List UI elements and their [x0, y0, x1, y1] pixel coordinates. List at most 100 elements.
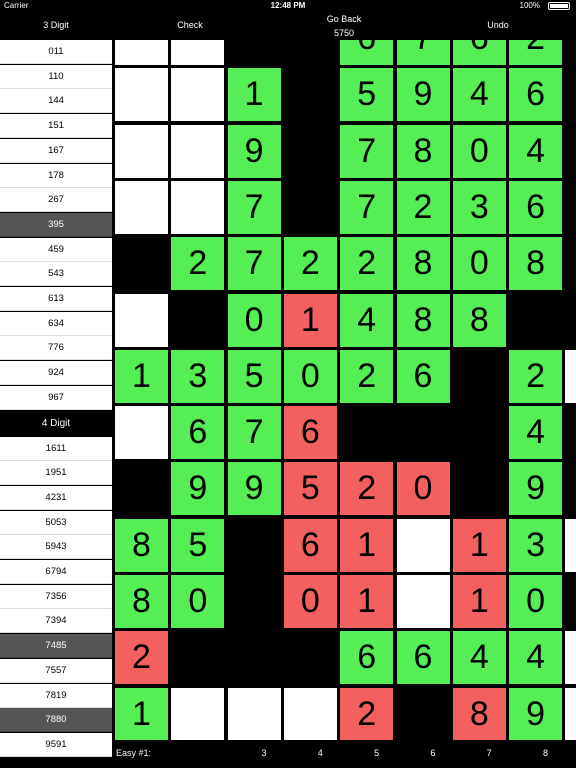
undo-button[interactable]: Undo — [458, 20, 538, 30]
empty-cell[interactable] — [171, 124, 225, 178]
digit-cell[interactable]: 8 — [452, 687, 506, 740]
number-item[interactable]: 967 — [0, 385, 112, 410]
digit-cell[interactable]: 4 — [509, 631, 563, 685]
empty-cell[interactable] — [115, 293, 168, 347]
digit-cell[interactable]: 6 — [509, 180, 563, 234]
empty-cell[interactable] — [565, 518, 576, 572]
number-item[interactable]: 178 — [0, 163, 112, 188]
number-item[interactable]: 776 — [0, 336, 112, 361]
number-item[interactable]: 634 — [0, 311, 112, 336]
digit-cell[interactable]: 2 — [171, 237, 225, 291]
digit-cell[interactable]: 6 — [340, 631, 394, 685]
empty-cell[interactable] — [171, 687, 225, 740]
digit-cell[interactable]: 1 — [452, 575, 506, 628]
number-item[interactable]: 167 — [0, 138, 112, 163]
digit-cell[interactable]: 7 — [340, 124, 394, 178]
digit-cell[interactable]: 5 — [227, 349, 281, 403]
number-item[interactable]: 144 — [0, 89, 112, 114]
digit-cell[interactable]: 6 — [509, 68, 563, 122]
number-item[interactable]: 459 — [0, 237, 112, 262]
empty-cell[interactable] — [565, 349, 576, 403]
digit-cell[interactable]: 9 — [227, 462, 281, 516]
empty-cell[interactable] — [115, 124, 168, 178]
empty-cell[interactable] — [171, 180, 225, 234]
empty-cell[interactable] — [283, 687, 337, 740]
number-item[interactable]: 7819 — [0, 683, 112, 708]
digit-cell[interactable]: 0 — [396, 462, 450, 516]
digit-cell[interactable]: 5 — [283, 462, 337, 516]
digit-cell[interactable]: 3 — [452, 180, 506, 234]
empty-cell[interactable] — [565, 687, 576, 740]
digit-cell[interactable]: 1 — [340, 575, 394, 628]
digit-cell[interactable]: 0 — [509, 575, 563, 628]
digit-cell[interactable]: 6 — [452, 40, 506, 65]
digit-cell[interactable]: 4 — [509, 124, 563, 178]
number-item[interactable]: 7394 — [0, 609, 112, 634]
digit-cell[interactable]: 1 — [115, 687, 168, 740]
digit-cell[interactable]: 8 — [396, 237, 450, 291]
digit-cell[interactable]: 8 — [452, 293, 506, 347]
digit-cell[interactable]: 2 — [509, 349, 563, 403]
digit-cell[interactable]: 1 — [283, 293, 337, 347]
check-button[interactable]: Check — [150, 20, 230, 30]
number-item[interactable]: 151 — [0, 114, 112, 139]
digit-cell[interactable]: 0 — [283, 349, 337, 403]
empty-cell[interactable] — [115, 40, 168, 65]
digit-cell[interactable]: 1 — [452, 518, 506, 572]
digit-cell[interactable]: 2 — [340, 462, 394, 516]
digit-cell[interactable]: 8 — [509, 237, 563, 291]
empty-cell[interactable] — [171, 40, 225, 65]
go-back-button[interactable]: Go Back — [304, 14, 384, 24]
digit-cell[interactable]: 6 — [283, 406, 337, 460]
empty-cell[interactable] — [115, 68, 168, 122]
number-item[interactable]: 1611 — [0, 436, 112, 461]
digit-cell[interactable]: 8 — [396, 124, 450, 178]
digit-cell[interactable]: 6 — [171, 406, 225, 460]
empty-cell[interactable] — [565, 631, 576, 685]
digit-cell[interactable]: 7 — [227, 180, 281, 234]
empty-cell[interactable] — [171, 68, 225, 122]
digit-cell[interactable]: 2 — [340, 687, 394, 740]
digit-cell[interactable]: 1 — [227, 68, 281, 122]
number-item[interactable]: 7356 — [0, 584, 112, 609]
digit-cell[interactable]: 0 — [283, 575, 337, 628]
digit-cell[interactable]: 2 — [283, 237, 337, 291]
number-item[interactable]: 6794 — [0, 560, 112, 584]
digit-cell[interactable]: 1 — [340, 518, 394, 572]
four-digit-header[interactable]: 4 Digit — [0, 410, 112, 437]
number-item[interactable]: 613 — [0, 287, 112, 311]
digit-cell[interactable]: 3 — [171, 349, 225, 403]
digit-cell[interactable]: 5 — [340, 68, 394, 122]
digit-cell[interactable]: 4 — [452, 68, 506, 122]
number-item[interactable]: 5053 — [0, 510, 112, 535]
number-item[interactable]: 395 — [0, 212, 112, 237]
number-item[interactable]: 5943 — [0, 535, 112, 560]
empty-cell[interactable] — [115, 406, 168, 460]
number-item[interactable]: 4231 — [0, 485, 112, 510]
digit-cell[interactable]: 9 — [396, 68, 450, 122]
number-item[interactable]: 110 — [0, 64, 112, 89]
digit-cell[interactable]: 5 — [171, 518, 225, 572]
empty-cell[interactable] — [227, 687, 281, 740]
empty-cell[interactable] — [115, 180, 168, 234]
digit-cell[interactable]: 4 — [452, 631, 506, 685]
digit-cell[interactable]: 0 — [452, 124, 506, 178]
number-item[interactable]: 267 — [0, 188, 112, 213]
digit-cell[interactable]: 6 — [396, 631, 450, 685]
digit-cell[interactable]: 0 — [452, 237, 506, 291]
digit-cell[interactable]: 0 — [171, 575, 225, 628]
digit-cell[interactable]: 2 — [509, 40, 563, 65]
digit-cell[interactable]: 4 — [340, 293, 394, 347]
digit-cell[interactable]: 2 — [340, 349, 394, 403]
number-item[interactable]: 924 — [0, 361, 112, 386]
number-item[interactable]: 7880 — [0, 708, 112, 733]
digit-cell[interactable]: 2 — [396, 180, 450, 234]
digit-cell[interactable]: 8 — [115, 575, 168, 628]
digit-cell[interactable]: 7 — [396, 40, 450, 65]
number-item[interactable]: 7557 — [0, 658, 112, 683]
digit-cell[interactable]: 0 — [227, 293, 281, 347]
digit-cell[interactable]: 2 — [115, 631, 168, 685]
digit-cell[interactable]: 7 — [340, 180, 394, 234]
digit-cell[interactable]: 9 — [227, 124, 281, 178]
empty-cell[interactable] — [396, 518, 450, 572]
